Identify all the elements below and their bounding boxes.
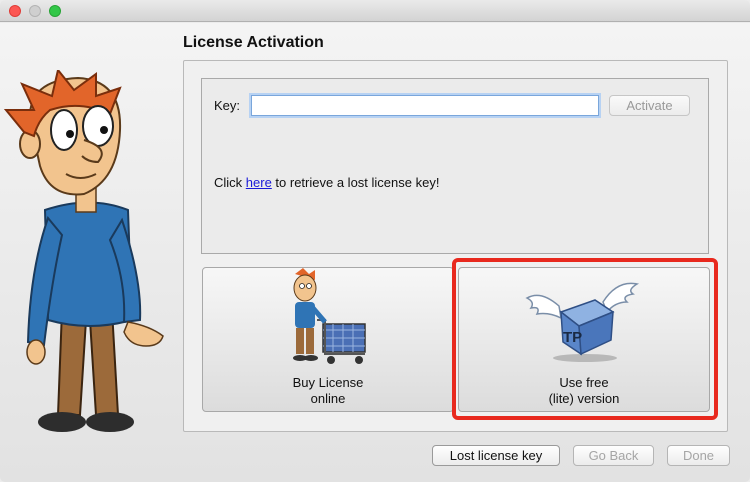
page-title: License Activation	[183, 34, 324, 51]
retrieve-key-text: Click here to retrieve a lost license ke…	[214, 175, 439, 190]
license-window: License Activation Key: Activate Click h…	[0, 0, 750, 482]
buy-license-button[interactable]: Buy License online	[202, 267, 454, 412]
highlight-annotation-box	[452, 258, 718, 420]
mascot-illustration	[3, 70, 164, 432]
buy-license-label-line2: online	[310, 391, 346, 406]
retrieve-key-link[interactable]: here	[246, 175, 272, 190]
shopping-cart-mascot-icon	[293, 268, 366, 364]
license-key-input[interactable]	[251, 95, 599, 116]
retrieve-suffix: to retrieve a lost license key!	[271, 175, 440, 190]
minimize-window-button[interactable]	[29, 5, 41, 17]
lost-license-key-button[interactable]: Lost license key	[432, 445, 560, 466]
buy-license-label-line1: Buy License	[292, 375, 364, 390]
done-button[interactable]: Done	[667, 445, 730, 466]
title-bar	[0, 0, 750, 22]
close-window-button[interactable]	[9, 5, 21, 17]
key-label: Key:	[214, 98, 241, 113]
activate-button[interactable]: Activate	[609, 95, 690, 116]
maximize-window-button[interactable]	[49, 5, 61, 17]
retrieve-prefix: Click	[214, 175, 246, 190]
go-back-button[interactable]: Go Back	[573, 445, 654, 466]
